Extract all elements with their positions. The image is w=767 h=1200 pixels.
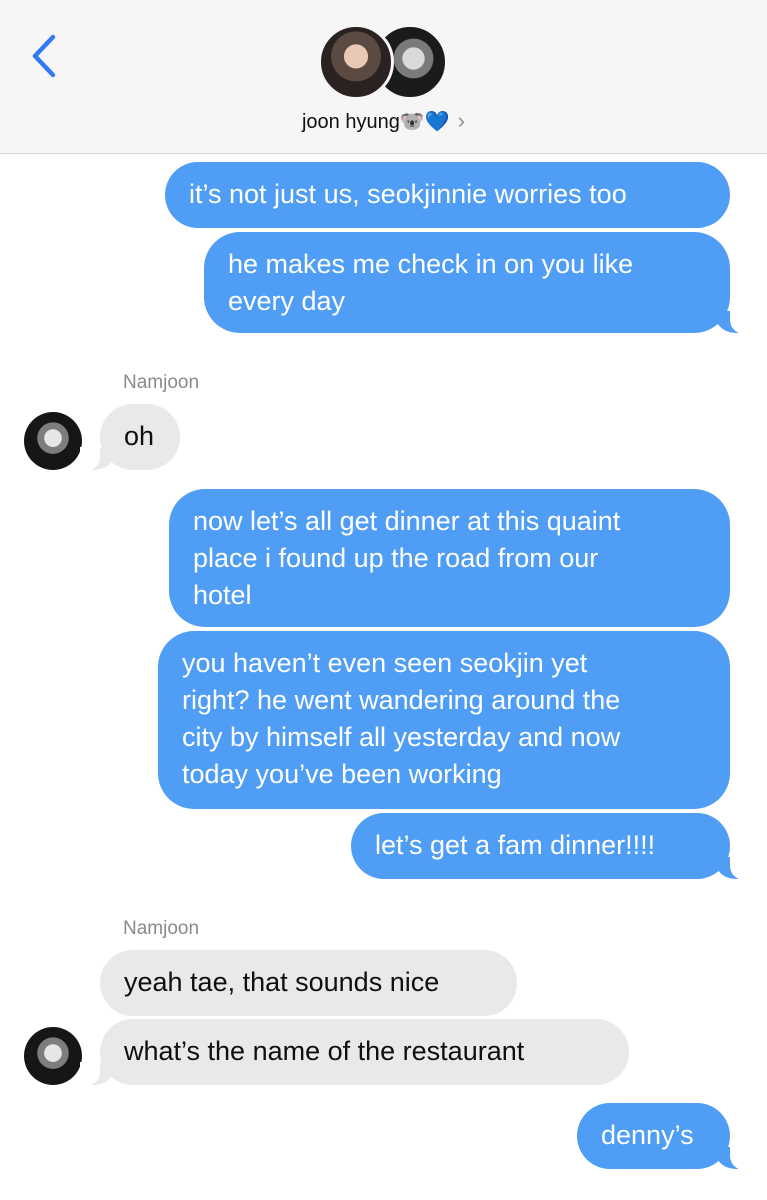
avatar[interactable]: [24, 1027, 82, 1085]
sent-message-bubble[interactable]: denny’s: [577, 1103, 750, 1170]
sender-name: Namjoon: [123, 372, 200, 393]
back-button[interactable]: [22, 30, 66, 82]
sent-message-bubble[interactable]: let’s get a fam dinner!!!!: [351, 813, 750, 880]
message-text: oh: [124, 421, 155, 451]
messages-screen: joon hyung🐨💙 › it’s not just us, seokjinn…: [0, 0, 767, 1200]
message-text: let’s get a fam dinner!!!!: [375, 830, 656, 860]
message-line: now let’s all get dinner at this quaint: [193, 506, 621, 536]
message-line: he makes me check in on you like: [228, 249, 634, 279]
group-avatars[interactable]: [318, 24, 450, 100]
sent-message-bubble[interactable]: it’s not just us, seokjinnie worries too: [165, 162, 730, 228]
message-line: you haven’t even seen seokjin yet: [182, 648, 588, 678]
chevron-left-icon: [32, 34, 56, 78]
received-message-bubble[interactable]: yeah tae, that sounds nice: [100, 950, 517, 1016]
sender-name: Namjoon: [123, 918, 200, 939]
conversation-header: joon hyung🐨💙 ›: [0, 0, 767, 154]
message-line: every day: [228, 286, 346, 316]
message-line: place i found up the road from our: [193, 543, 599, 573]
message-text: what’s the name of the restaurant: [124, 1036, 525, 1066]
message-text: yeah tae, that sounds nice: [124, 967, 440, 997]
contact-name: joon hyung: [301, 111, 400, 133]
avatar: [318, 24, 394, 100]
received-message-bubble[interactable]: oh: [80, 404, 180, 471]
received-message-bubble[interactable]: what’s the name of the restaurant: [80, 1019, 629, 1086]
sent-message-bubble[interactable]: he makes me check in on you like every d…: [204, 232, 750, 334]
message-line: right? he went wandering around the: [182, 685, 621, 715]
message-line: city by himself all yesterday and now: [182, 722, 621, 752]
sent-message-bubble[interactable]: now let’s all get dinner at this quaint …: [169, 489, 730, 627]
chevron-right-icon: ›: [457, 108, 465, 133]
sent-message-bubble[interactable]: you haven’t even seen seokjin yet right?…: [158, 631, 730, 809]
message-line: hotel: [193, 580, 252, 610]
contact-emoji: 🐨💙: [399, 111, 450, 133]
contact-name-button[interactable]: joon hyung🐨💙 ›: [0, 108, 767, 134]
message-line: today you’ve been working: [182, 759, 502, 789]
message-text: it’s not just us, seokjinnie worries too: [189, 179, 627, 209]
avatar[interactable]: [24, 412, 82, 470]
message-text: denny’s: [601, 1120, 694, 1150]
